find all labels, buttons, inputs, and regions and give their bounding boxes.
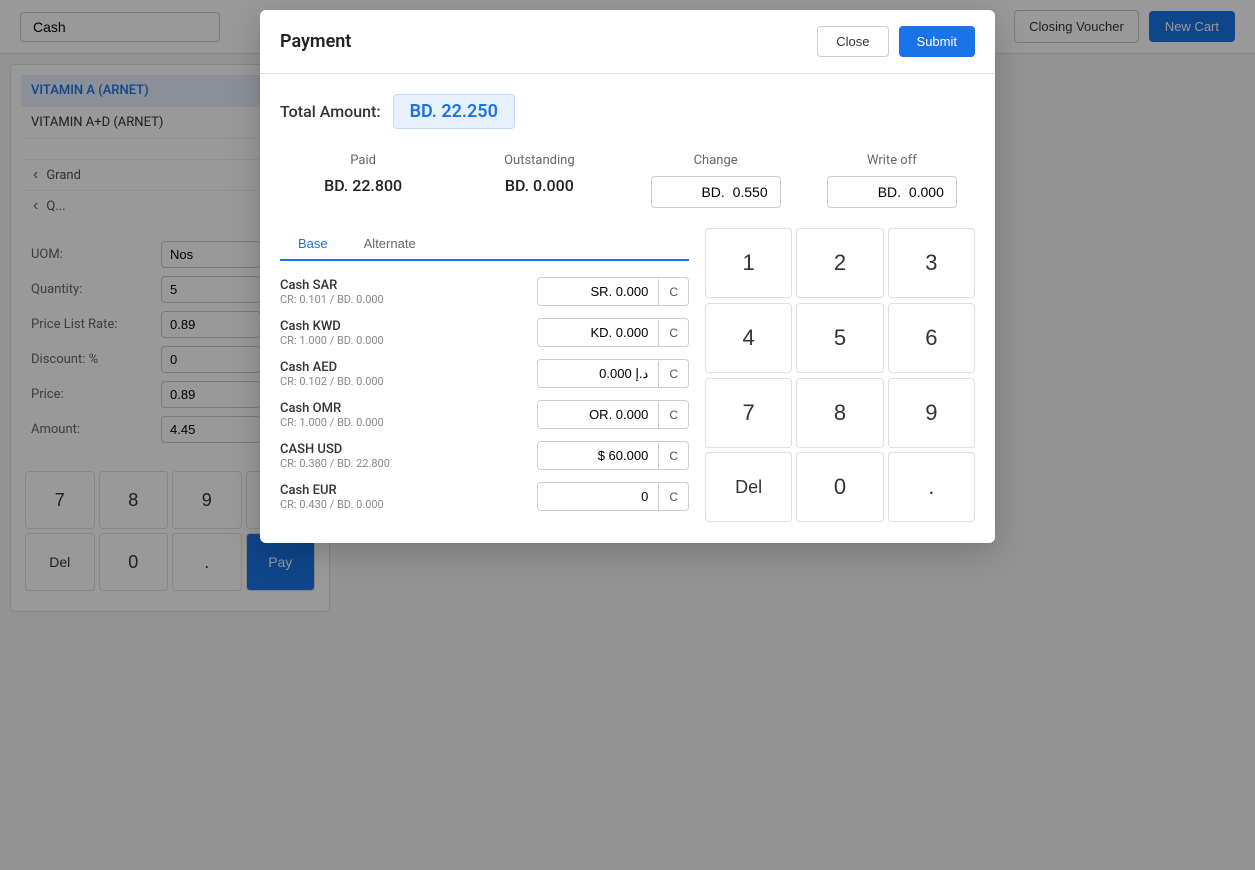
cash-sar-input-wrap: C	[537, 277, 689, 306]
change-label: Change	[694, 153, 738, 168]
tab-alternate[interactable]: Alternate	[346, 228, 434, 261]
cash-sar-name: Cash SAR	[280, 278, 537, 293]
cash-kwd-input-wrap: C	[537, 318, 689, 347]
modal-header-buttons: Close Submit	[817, 26, 975, 57]
payment-row-cash-usd: CASH USD CR: 0.380 / BD. 22.800 C	[280, 441, 689, 470]
modal-title: Payment	[280, 31, 351, 52]
write-off-input[interactable]	[827, 176, 957, 208]
cash-kwd-input[interactable]	[538, 319, 658, 346]
numpad-key-5[interactable]: 5	[796, 303, 883, 373]
write-off-col: Write off	[809, 153, 975, 208]
tabs-row: Base Alternate	[280, 228, 689, 261]
numpad-key-dot[interactable]: .	[888, 452, 975, 522]
payment-row-cash-sar: Cash SAR CR: 0.101 / BD. 0.000 C	[280, 277, 689, 306]
summary-row: Paid BD. 22.800 Outstanding BD. 0.000 Ch…	[280, 153, 975, 208]
cash-aed-input[interactable]	[538, 360, 658, 387]
cash-usd-input[interactable]	[538, 442, 658, 469]
cash-aed-clear[interactable]: C	[658, 361, 688, 387]
total-amount-label: Total Amount:	[280, 102, 381, 121]
cash-usd-rate: CR: 0.380 / BD. 22.800	[280, 457, 537, 470]
cash-eur-info: Cash EUR CR: 0.430 / BD. 0.000	[280, 483, 537, 511]
payment-row-cash-eur: Cash EUR CR: 0.430 / BD. 0.000 C	[280, 482, 689, 511]
cash-eur-rate: CR: 0.430 / BD. 0.000	[280, 498, 537, 511]
cash-eur-input[interactable]	[538, 483, 658, 510]
numpad-key-del[interactable]: Del	[705, 452, 792, 522]
change-input[interactable]	[651, 176, 781, 208]
numpad-key-6[interactable]: 6	[888, 303, 975, 373]
numpad-key-1[interactable]: 1	[705, 228, 792, 298]
cash-eur-clear[interactable]: C	[658, 484, 688, 510]
outstanding-value: BD. 0.000	[505, 176, 574, 195]
cash-kwd-name: Cash KWD	[280, 319, 537, 334]
numpad-key-0[interactable]: 0	[796, 452, 883, 522]
total-amount-row: Total Amount: BD. 22.250	[280, 94, 975, 129]
cash-kwd-clear[interactable]: C	[658, 320, 688, 346]
cash-usd-name: CASH USD	[280, 442, 537, 457]
modal-submit-button[interactable]: Submit	[899, 26, 975, 57]
outstanding-label: Outstanding	[504, 153, 575, 168]
paid-col: Paid BD. 22.800	[280, 153, 446, 208]
paid-label: Paid	[350, 153, 376, 168]
numpad-key-4[interactable]: 4	[705, 303, 792, 373]
change-col: Change	[633, 153, 799, 208]
numpad: 1 2 3 4 5 6 7 8 9 Del 0 .	[705, 228, 975, 523]
cash-sar-clear[interactable]: C	[658, 279, 688, 305]
payment-row-cash-omr: Cash OMR CR: 1.000 / BD. 0.000 C	[280, 400, 689, 429]
modal-header: Payment Close Submit	[260, 10, 995, 74]
tab-base[interactable]: Base	[280, 228, 346, 261]
cash-sar-input[interactable]	[538, 278, 658, 305]
cash-usd-input-wrap: C	[537, 441, 689, 470]
paid-value: BD. 22.800	[324, 176, 402, 195]
main-content-row: Base Alternate Cash SAR CR: 0.101 / BD. …	[280, 228, 975, 523]
cash-aed-info: Cash AED CR: 0.102 / BD. 0.000	[280, 360, 537, 388]
cash-omr-input[interactable]	[538, 401, 658, 428]
modal-close-button[interactable]: Close	[817, 26, 888, 57]
payment-row-cash-kwd: Cash KWD CR: 1.000 / BD. 0.000 C	[280, 318, 689, 347]
cash-eur-input-wrap: C	[537, 482, 689, 511]
cash-omr-rate: CR: 1.000 / BD. 0.000	[280, 416, 537, 429]
cash-eur-name: Cash EUR	[280, 483, 537, 498]
cash-omr-name: Cash OMR	[280, 401, 537, 416]
modal-body: Total Amount: BD. 22.250 Paid BD. 22.800…	[260, 74, 995, 543]
payment-modal: Payment Close Submit Total Amount: BD. 2…	[260, 10, 995, 543]
cash-omr-clear[interactable]: C	[658, 402, 688, 428]
cash-usd-info: CASH USD CR: 0.380 / BD. 22.800	[280, 442, 537, 470]
cash-omr-info: Cash OMR CR: 1.000 / BD. 0.000	[280, 401, 537, 429]
cash-kwd-info: Cash KWD CR: 1.000 / BD. 0.000	[280, 319, 537, 347]
numpad-key-9[interactable]: 9	[888, 378, 975, 448]
numpad-key-2[interactable]: 2	[796, 228, 883, 298]
cash-omr-input-wrap: C	[537, 400, 689, 429]
numpad-key-8[interactable]: 8	[796, 378, 883, 448]
cash-aed-rate: CR: 0.102 / BD. 0.000	[280, 375, 537, 388]
total-amount-value: BD. 22.250	[393, 94, 515, 129]
cash-kwd-rate: CR: 1.000 / BD. 0.000	[280, 334, 537, 347]
cash-aed-input-wrap: C	[537, 359, 689, 388]
payment-row-cash-aed: Cash AED CR: 0.102 / BD. 0.000 C	[280, 359, 689, 388]
cash-aed-name: Cash AED	[280, 360, 537, 375]
cash-usd-clear[interactable]: C	[658, 443, 688, 469]
numpad-key-3[interactable]: 3	[888, 228, 975, 298]
modal-overlay: Payment Close Submit Total Amount: BD. 2…	[0, 0, 1255, 870]
cash-sar-rate: CR: 0.101 / BD. 0.000	[280, 293, 537, 306]
cash-sar-info: Cash SAR CR: 0.101 / BD. 0.000	[280, 278, 537, 306]
payment-methods: Base Alternate Cash SAR CR: 0.101 / BD. …	[280, 228, 689, 523]
outstanding-col: Outstanding BD. 0.000	[456, 153, 622, 208]
numpad-key-7[interactable]: 7	[705, 378, 792, 448]
write-off-label: Write off	[867, 153, 917, 168]
